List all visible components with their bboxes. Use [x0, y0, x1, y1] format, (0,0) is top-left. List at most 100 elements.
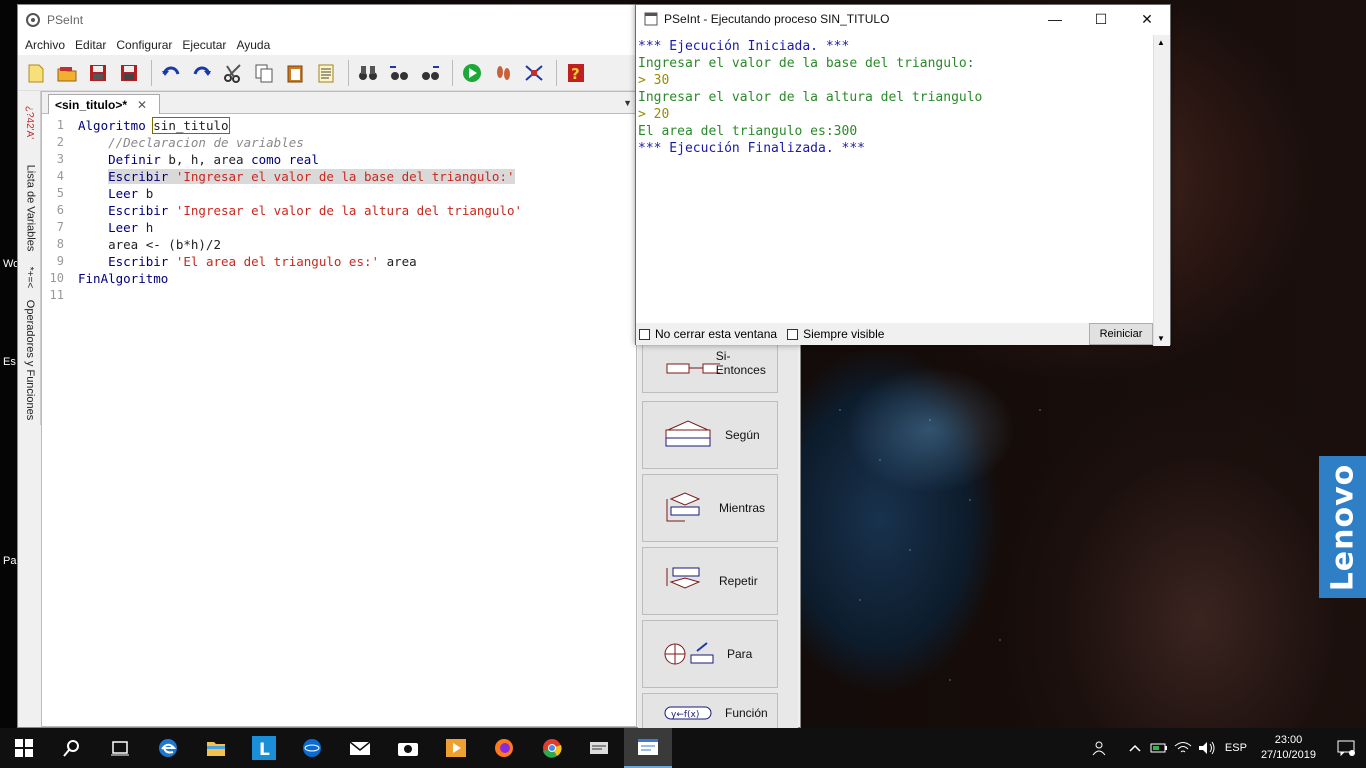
code-line[interactable]: 11: [42, 287, 636, 304]
show-hidden-icons-button[interactable]: [1123, 728, 1147, 768]
scroll-up-icon[interactable]: ▲: [1157, 38, 1165, 47]
code-line[interactable]: 2 //Declaracion de variables: [42, 134, 636, 151]
menu-ayuda[interactable]: Ayuda: [231, 38, 275, 52]
save-button[interactable]: [84, 59, 112, 87]
search-button[interactable]: [48, 728, 96, 768]
start-button[interactable]: [0, 728, 48, 768]
language-indicator[interactable]: ESP: [1219, 728, 1253, 768]
indent-button[interactable]: [312, 59, 340, 87]
taskbar-file-explorer[interactable]: [192, 728, 240, 768]
step-by-step-button[interactable]: [489, 59, 517, 87]
new-file-button[interactable]: [22, 59, 50, 87]
restart-button[interactable]: Reiniciar: [1089, 323, 1153, 345]
menu-editar[interactable]: Editar: [70, 38, 111, 52]
code-line[interactable]: 1 Algoritmo sin_titulo: [42, 117, 636, 134]
scroll-down-icon[interactable]: ▼: [1157, 334, 1165, 343]
svg-text:?: ?: [571, 65, 580, 83]
always-visible-checkbox[interactable]: [787, 328, 799, 340]
notifications-button[interactable]: [1326, 728, 1366, 768]
clock[interactable]: 23:00 27/10/2019: [1261, 733, 1316, 763]
tab-sin-titulo[interactable]: <sin_titulo>* ✕: [48, 94, 160, 114]
shape-segun-button[interactable]: Según: [642, 401, 778, 469]
taskbar-lapp[interactable]: L: [240, 728, 288, 768]
code-text: FinAlgoritmo: [78, 270, 168, 287]
menu-archivo[interactable]: Archivo: [20, 38, 70, 52]
undo-button[interactable]: [157, 59, 185, 87]
code-line[interactable]: 10 FinAlgoritmo: [42, 270, 636, 287]
paste-button[interactable]: [281, 59, 309, 87]
code-text: Leer b: [78, 185, 153, 202]
side-panel-tabs: ¿?42'A' Lista de Variables *+=< Operador…: [18, 91, 41, 425]
shape-repetir-button[interactable]: Repetir: [642, 547, 778, 615]
firefox-icon: [495, 739, 513, 757]
search-icon: [63, 740, 79, 757]
taskbar-edge[interactable]: [144, 728, 192, 768]
help-button[interactable]: ?: [562, 59, 590, 87]
people-button[interactable]: [1087, 728, 1111, 768]
code-token: area <- (b*h)/: [78, 237, 214, 252]
console-scrollbar[interactable]: ▲ ▼: [1153, 35, 1170, 346]
tab-operators-functions[interactable]: Operadores y Funciones: [20, 295, 40, 425]
shape-para-button[interactable]: Para: [642, 620, 778, 688]
taskbar-mail[interactable]: [336, 728, 384, 768]
code-token: 'Ingresar el valor de la base del triang…: [175, 169, 515, 184]
code-line[interactable]: 3 Definir b, h, area como real: [42, 151, 636, 168]
no-close-checkbox[interactable]: [639, 328, 650, 340]
shape-label: Según: [725, 428, 760, 442]
desktop-icon-label[interactable]: Es: [3, 356, 16, 368]
code-line[interactable]: 7 Leer h: [42, 219, 636, 236]
code-line[interactable]: 5 Leer b: [42, 185, 636, 202]
code-text: Leer h: [78, 219, 153, 236]
operators-symbols: *+=<: [20, 261, 40, 293]
cut-button[interactable]: [219, 59, 247, 87]
redo-button[interactable]: [188, 59, 216, 87]
code-editor[interactable]: <sin_titulo>* ✕ ▼ 1 Algoritmo sin_titulo 2…: [41, 91, 637, 727]
scissors-icon: [224, 63, 241, 83]
console-footer: No cerrar esta ventana Siempre visible R…: [636, 323, 1153, 345]
taskbar-media-player[interactable]: [432, 728, 480, 768]
taskbar-pseint-console[interactable]: [624, 728, 672, 768]
wifi-icon: [1174, 742, 1192, 753]
taskbar-pseint-edit[interactable]: [576, 728, 624, 768]
tab-variables-list[interactable]: Lista de Variables: [20, 153, 40, 263]
maximize-button[interactable]: ☐: [1078, 5, 1124, 33]
close-button[interactable]: ✕: [1124, 5, 1170, 33]
find-next-button[interactable]: [416, 59, 444, 87]
save-as-button[interactable]: [115, 59, 143, 87]
variables-icon: ¿?42'A': [24, 105, 36, 139]
battery-button[interactable]: [1147, 728, 1171, 768]
taskbar-camera[interactable]: [384, 728, 432, 768]
menu-configurar[interactable]: Configurar: [111, 38, 177, 52]
find-previous-button[interactable]: [385, 59, 413, 87]
code-line[interactable]: 6 Escribir 'Ingresar el valor de la altu…: [42, 202, 636, 219]
shape-mientras-button[interactable]: Mientras: [642, 474, 778, 542]
if-then-shape-icon: [666, 363, 720, 374]
volume-button[interactable]: [1195, 728, 1219, 768]
code-lines[interactable]: 1 Algoritmo sin_titulo 2 //Declaracion de …: [42, 114, 636, 304]
line-number: 6: [56, 203, 64, 217]
run-button[interactable]: [458, 59, 486, 87]
undo-icon: [162, 66, 180, 76]
tab-list-dropdown-icon[interactable]: ▼: [623, 98, 632, 108]
shape-funcion-button[interactable]: y←f(x) Función: [642, 693, 778, 733]
menu-ejecutar[interactable]: Ejecutar: [177, 38, 231, 52]
clock-date: 27/10/2019: [1260, 749, 1316, 761]
console-title-bar[interactable]: PSeInt - Ejecutando proceso SIN_TITULO —…: [636, 5, 1170, 33]
wifi-button[interactable]: [1171, 728, 1195, 768]
minimize-button[interactable]: —: [1032, 5, 1078, 33]
code-line[interactable]: 9 Escribir 'El area del triangulo es:' a…: [42, 253, 636, 270]
taskbar-intel[interactable]: [288, 728, 336, 768]
find-button[interactable]: [354, 59, 382, 87]
taskbar-chrome[interactable]: [528, 728, 576, 768]
code-line[interactable]: 4 Escribir 'Ingresar el valor de la base…: [42, 168, 636, 185]
code-line[interactable]: 8 area <- (b*h)/2: [42, 236, 636, 253]
task-view-button[interactable]: [96, 728, 144, 768]
open-file-button[interactable]: [53, 59, 81, 87]
code-text: Escribir 'El area del triangulo es:' are…: [78, 253, 417, 270]
console-output[interactable]: *** Ejecución Iniciada. *** Ingresar el v…: [636, 38, 1153, 320]
close-tab-icon[interactable]: ✕: [137, 98, 147, 112]
copy-button[interactable]: [250, 59, 278, 87]
draw-flowchart-button[interactable]: [520, 59, 548, 87]
desktop-icon-label[interactable]: Pa: [3, 555, 16, 567]
taskbar-firefox[interactable]: [480, 728, 528, 768]
